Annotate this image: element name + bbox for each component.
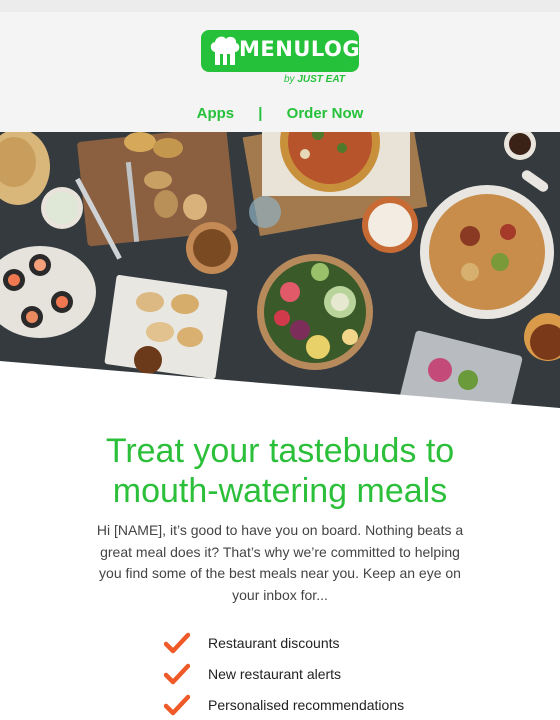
headline: Treat your tastebuds to mouth-watering m…	[0, 431, 560, 511]
nav-apps-link[interactable]: Apps	[197, 105, 235, 122]
list-item-label: Restaurant discounts	[208, 634, 340, 651]
hero-food-image	[0, 132, 560, 408]
menulog-logo[interactable]: MENULOG	[201, 30, 361, 72]
byline-prefix: by	[284, 74, 295, 85]
checkmark-icon	[164, 663, 190, 684]
nav-order-now-link[interactable]: Order Now	[287, 105, 364, 122]
benefits-checklist: Restaurant discounts New restaurant aler…	[164, 627, 464, 720]
byline-brand: JUST EAT	[297, 74, 345, 85]
header-nav: Apps | Order Now	[0, 105, 560, 122]
list-item-label: New restaurant alerts	[208, 665, 342, 682]
logo-byline: by JUST EAT	[284, 74, 345, 85]
checkmark-icon	[164, 632, 190, 653]
email-header: MENULOG by JUST EAT Apps | Order Now	[0, 0, 560, 132]
checkmark-icon	[164, 694, 190, 715]
nav-separator: |	[258, 105, 263, 122]
food-spread-illustration	[0, 132, 560, 408]
intro-text: Hi [NAME], it’s good to have you on boar…	[96, 522, 464, 603]
list-item: Restaurant discounts	[164, 627, 464, 658]
headline-line-2: mouth-watering meals	[112, 472, 448, 510]
headline-line-1: Treat your tastebuds to	[105, 432, 455, 470]
list-item: Personalised recommendations	[164, 689, 464, 720]
chef-hat-icon	[210, 36, 240, 65]
logo-text: MENULOG	[239, 37, 361, 61]
list-item-label: Personalised recommendations	[208, 696, 405, 713]
list-item: New restaurant alerts	[164, 658, 464, 689]
